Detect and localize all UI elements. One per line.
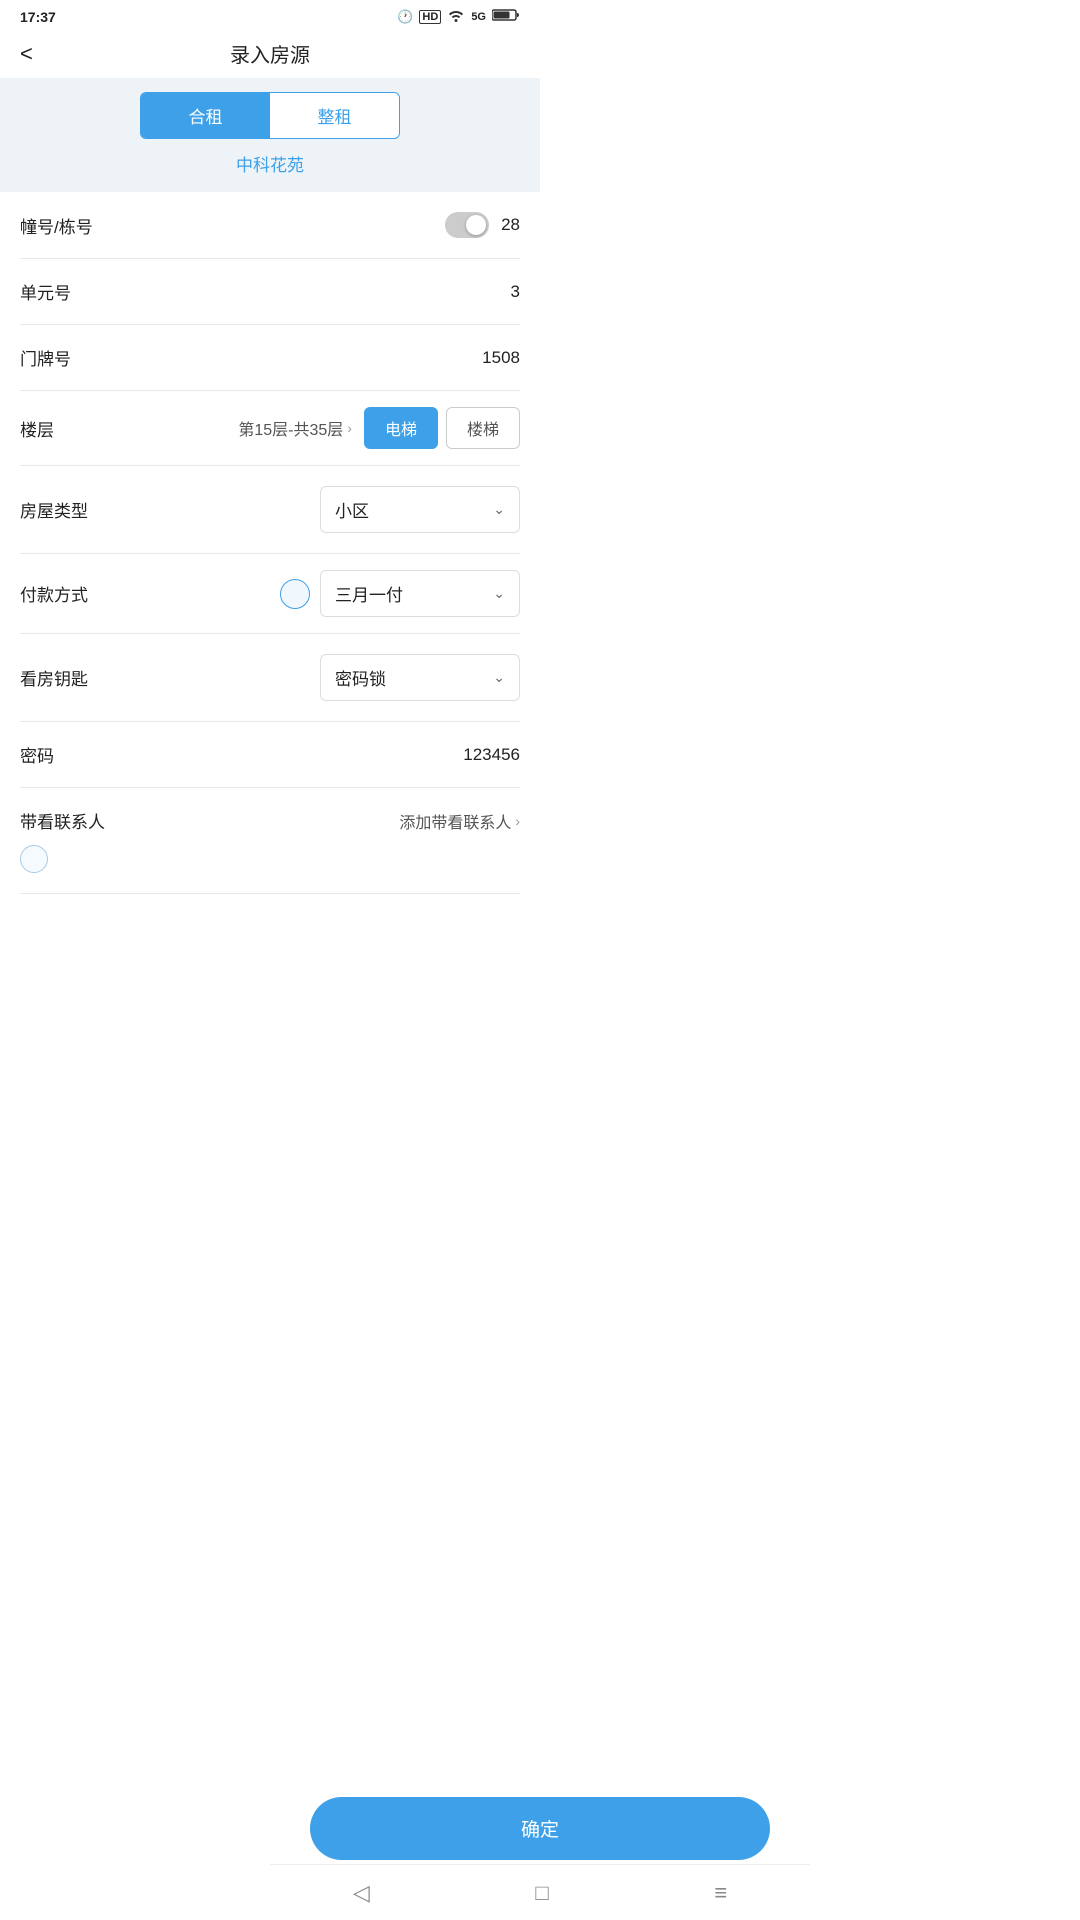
tab-section: 合租 整租 中科花苑: [0, 78, 540, 192]
contact-circle-icon: [20, 845, 48, 873]
floor-chevron: ›: [347, 420, 352, 436]
house-type-label: 房屋类型: [20, 497, 88, 522]
building-no-label: 幢号/栋号: [20, 213, 93, 238]
house-type-value: 小区: [335, 497, 369, 522]
confirm-bar: 确定: [310, 1797, 770, 1860]
floor-current: 第15层-共35层: [238, 416, 343, 440]
unit-no-value: 3: [511, 282, 520, 302]
building-no-toggle[interactable]: [445, 212, 489, 238]
community-name[interactable]: 中科花苑: [236, 151, 304, 176]
add-contact-chevron: ›: [515, 813, 520, 829]
nav-bar: ◁ □ ≡: [270, 1864, 810, 1920]
view-key-chevron: ⌄: [493, 669, 505, 686]
wifi-icon: [447, 8, 465, 25]
add-contact-btn[interactable]: 添加带看联系人 ›: [399, 809, 520, 833]
add-contact-text: 添加带看联系人: [399, 809, 511, 833]
status-icons: 🕐 HD 5G: [397, 8, 520, 25]
view-key-label: 看房钥匙: [20, 665, 88, 690]
page-title: 录入房源: [230, 39, 310, 68]
tab-zhengzu[interactable]: 整租: [270, 93, 399, 138]
pay-method-row: 付款方式 三月一付 ⌄: [20, 554, 520, 634]
password-label: 密码: [20, 742, 54, 767]
back-nav-icon[interactable]: ◁: [353, 1880, 370, 1906]
view-key-dropdown[interactable]: 密码锁 ⌄: [320, 654, 520, 701]
header: < 录入房源: [0, 29, 540, 78]
floor-label: 楼层: [20, 416, 54, 441]
tab-switcher: 合租 整租: [140, 92, 400, 139]
contact-row: 带看联系人 添加带看联系人 ›: [20, 788, 520, 894]
status-bar: 17:37 🕐 HD 5G: [0, 0, 540, 29]
confirm-button[interactable]: 确定: [310, 1797, 770, 1860]
building-no-value: 28: [501, 215, 520, 235]
pay-method-label: 付款方式: [20, 581, 88, 606]
signal-icon: 5G: [471, 11, 486, 23]
pay-method-toggle[interactable]: [280, 579, 310, 609]
view-key-value: 密码锁: [335, 665, 386, 690]
pay-method-chevron: ⌄: [493, 585, 505, 602]
view-key-row: 看房钥匙 密码锁 ⌄: [20, 634, 520, 722]
status-time: 17:37: [20, 9, 56, 25]
door-no-label: 门牌号: [20, 345, 71, 370]
building-no-controls: 28: [445, 212, 520, 238]
hd-icon: HD: [419, 10, 441, 24]
door-no-value: 1508: [482, 348, 520, 368]
unit-no-row: 单元号 3: [20, 259, 520, 325]
back-button[interactable]: <: [20, 41, 33, 67]
menu-nav-icon[interactable]: ≡: [714, 1880, 727, 1906]
contact-label: 带看联系人: [20, 808, 105, 833]
tab-hezhu[interactable]: 合租: [141, 93, 270, 138]
battery-icon: [492, 8, 520, 25]
building-no-row: 幢号/栋号 28: [20, 192, 520, 259]
form-section: 幢号/栋号 28 单元号 3 门牌号 1508 楼层 第15层-共35层 › 电…: [0, 192, 540, 894]
pay-method-value: 三月一付: [335, 581, 403, 606]
elevator-btn[interactable]: 电梯: [364, 407, 438, 449]
house-type-chevron: ⌄: [493, 501, 505, 518]
floor-row: 楼层 第15层-共35层 › 电梯 楼梯: [20, 391, 520, 466]
bottom-spacer: [0, 894, 540, 974]
house-type-row: 房屋类型 小区 ⌄: [20, 466, 520, 554]
floor-info[interactable]: 第15层-共35层 ›: [238, 416, 352, 440]
pay-method-dropdown[interactable]: 三月一付 ⌄: [320, 570, 520, 617]
home-nav-icon[interactable]: □: [535, 1880, 548, 1906]
house-type-dropdown[interactable]: 小区 ⌄: [320, 486, 520, 533]
door-no-row: 门牌号 1508: [20, 325, 520, 391]
stairs-btn[interactable]: 楼梯: [446, 407, 520, 449]
password-value: 123456: [463, 745, 520, 765]
floor-btns: 电梯 楼梯: [364, 407, 520, 449]
alarm-icon: 🕐: [397, 9, 413, 25]
unit-no-label: 单元号: [20, 279, 71, 304]
password-row: 密码 123456: [20, 722, 520, 788]
